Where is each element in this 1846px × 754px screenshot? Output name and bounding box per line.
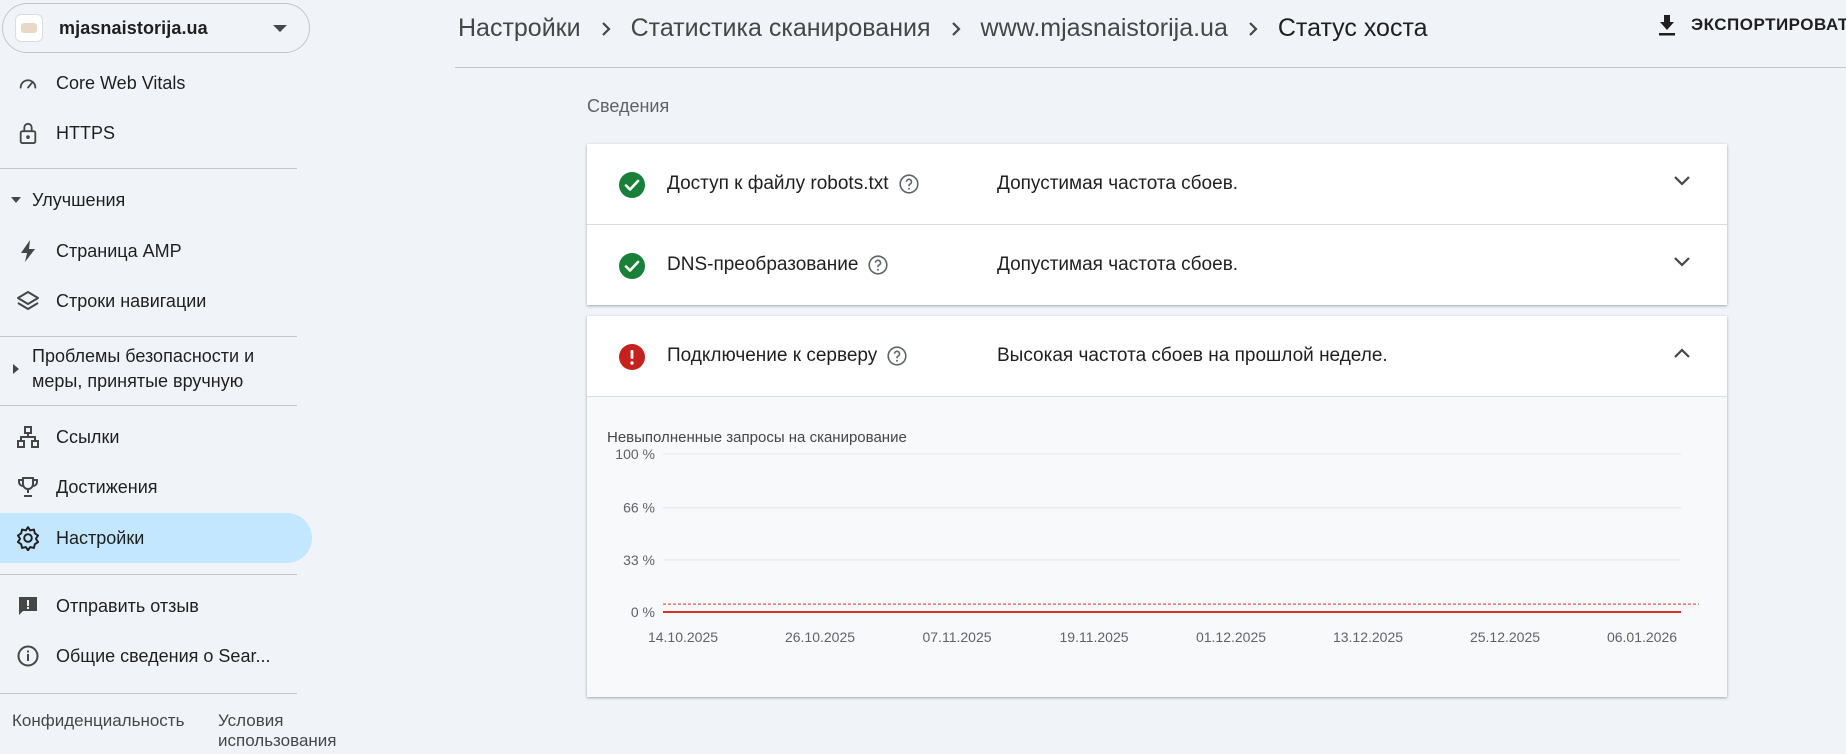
sidebar-item-core-web-vitals[interactable]: Core Web Vitals	[0, 59, 312, 107]
x-tick-label: 25.12.2025	[1470, 629, 1540, 645]
detail-row-title-wrap: DNS-преобразование	[667, 225, 889, 305]
layers-icon	[14, 287, 42, 315]
bolt-icon	[14, 237, 42, 265]
gear-icon	[14, 524, 42, 552]
breadcrumb: Настройки Статистика сканирования www.mj…	[458, 14, 1428, 43]
chevron-down-icon[interactable]	[1673, 175, 1691, 187]
failed-requests-chart: 100 % 66 % 33 % 0 % 14.10.2025 26.10.2025 07.1…	[615, 446, 1699, 645]
check-circle-icon	[619, 172, 645, 203]
help-icon[interactable]	[868, 255, 889, 275]
sidebar-item-achievements[interactable]: Достижения	[0, 463, 312, 511]
detail-row-server[interactable]: Подключение к серверу Высокая частота сб…	[587, 316, 1727, 396]
server-connection-card: Подключение к серверу Высокая частота сб…	[587, 316, 1727, 697]
export-label: ЭКСПОРТИРОВАТ	[1691, 15, 1846, 34]
sidebar-item-label: Страница AMP	[56, 240, 182, 261]
sidebar-item-https[interactable]: HTTPS	[0, 109, 312, 157]
sidebar-item-label: Достижения	[56, 476, 158, 497]
sitemap-icon	[14, 423, 42, 451]
caret-down-icon	[0, 188, 32, 203]
sidebar-item-label: Отправить отзыв	[56, 595, 199, 616]
caret-down-icon	[273, 25, 287, 32]
trophy-icon	[14, 473, 42, 501]
property-name: mjasnaistorija.ua	[59, 17, 208, 38]
chevron-right-icon	[601, 21, 611, 37]
feedback-icon	[14, 592, 42, 620]
detail-row-description: Допустимая частота сбоев.	[997, 173, 1239, 194]
privacy-link[interactable]: Конфиденциальность	[12, 711, 184, 731]
chevron-up-icon[interactable]	[1673, 347, 1691, 359]
sidebar-item-label: Общие сведения о Sear...	[56, 645, 271, 666]
x-tick-label: 14.10.2025	[648, 629, 718, 645]
x-tick-label: 19.11.2025	[1059, 629, 1128, 645]
sidebar-item-breadcrumbs[interactable]: Строки навигации	[0, 277, 312, 325]
chart-panel: Невыполненные запросы на сканирование 10…	[587, 396, 1727, 697]
page-title: Статус хоста	[1277, 14, 1428, 42]
x-tick-label: 13.12.2025	[1333, 629, 1403, 645]
sidebar-section-security[interactable]: Проблемы безопасности и меры, принятые в…	[0, 344, 300, 394]
y-tick-label: 100 %	[615, 446, 655, 462]
sidebar-item-about[interactable]: Общие сведения о Sear...	[0, 632, 312, 680]
export-button[interactable]: ЭКСПОРТИРОВАТ	[1657, 14, 1846, 36]
sidebar-item-label: Строки навигации	[56, 290, 207, 311]
section-label: Проблемы безопасности и меры, принятые в…	[32, 346, 255, 391]
info-icon	[14, 642, 42, 670]
sidebar-section-enhancements[interactable]: Улучшения	[0, 188, 300, 213]
chevron-right-icon	[951, 21, 961, 37]
sidebar-item-links[interactable]: Ссылки	[0, 413, 312, 461]
header-divider	[455, 67, 1846, 68]
detail-row-title-wrap: Подключение к серверу	[667, 316, 907, 396]
property-selector[interactable]: mjasnaistorija.ua	[2, 3, 310, 53]
help-icon[interactable]	[887, 346, 907, 366]
detail-row-title: Доступ к файлу robots.txt	[667, 173, 889, 194]
sidebar-item-feedback[interactable]: Отправить отзыв	[0, 582, 312, 630]
divider	[0, 336, 297, 337]
x-tick-label: 26.10.2025	[785, 629, 855, 645]
speed-gauge-icon	[14, 69, 42, 97]
y-tick-label: 66 %	[623, 500, 655, 516]
y-tick-label: 33 %	[623, 552, 655, 568]
sidebar-item-label: Ссылки	[56, 426, 120, 447]
error-icon	[619, 344, 645, 375]
detail-row-robots[interactable]: Доступ к файлу robots.txt Допустимая час…	[587, 144, 1727, 224]
download-icon	[1657, 14, 1677, 36]
sidebar-item-label: HTTPS	[56, 122, 116, 143]
sidebar-item-settings[interactable]: Настройки	[0, 513, 312, 563]
y-tick-label: 0 %	[631, 604, 655, 620]
detail-row-title: DNS-преобразование	[667, 254, 859, 275]
section-label: Улучшения	[32, 190, 126, 210]
breadcrumb-item[interactable]: Статистика сканирования	[631, 14, 931, 43]
sidebar: mjasnaistorija.ua Core Web Vitals HTTPS …	[0, 0, 337, 754]
detail-row-description: Высокая частота сбоев на прошлой неделе.	[997, 345, 1388, 366]
divider	[0, 405, 297, 406]
site-favicon	[15, 14, 43, 42]
detail-row-dns[interactable]: DNS-преобразование Допустимая частота сб…	[587, 224, 1727, 305]
detail-row-title: Подключение к серверу	[667, 345, 878, 366]
lock-icon	[14, 119, 42, 147]
sidebar-item-label: Настройки	[56, 527, 145, 548]
breadcrumb-item[interactable]: Настройки	[458, 14, 581, 43]
divider	[0, 168, 297, 169]
detail-row-title-wrap: Доступ к файлу robots.txt	[667, 144, 919, 224]
breadcrumb-item[interactable]: www.mjasnaistorija.ua	[981, 14, 1228, 43]
details-card: Доступ к файлу robots.txt Допустимая час…	[587, 144, 1727, 305]
x-tick-label: 06.01.2026	[1607, 629, 1677, 645]
sidebar-item-label: Core Web Vitals	[56, 72, 186, 93]
sidebar-item-amp[interactable]: Страница AMP	[0, 227, 312, 275]
x-tick-label: 07.11.2025	[922, 629, 991, 645]
x-tick-label: 01.12.2025	[1196, 629, 1266, 645]
detail-row-description: Допустимая частота сбоев.	[997, 254, 1239, 275]
divider	[0, 574, 297, 575]
caret-right-icon	[0, 344, 32, 374]
help-icon[interactable]	[898, 174, 919, 194]
check-circle-icon	[619, 253, 645, 284]
section-title: Сведения	[587, 96, 670, 116]
page-header: Настройки Статистика сканирования www.mj…	[458, 0, 1846, 68]
terms-link-label: Условия использования	[218, 711, 337, 750]
chevron-down-icon[interactable]	[1673, 256, 1691, 268]
divider	[0, 693, 297, 694]
chevron-right-icon	[1248, 21, 1258, 37]
